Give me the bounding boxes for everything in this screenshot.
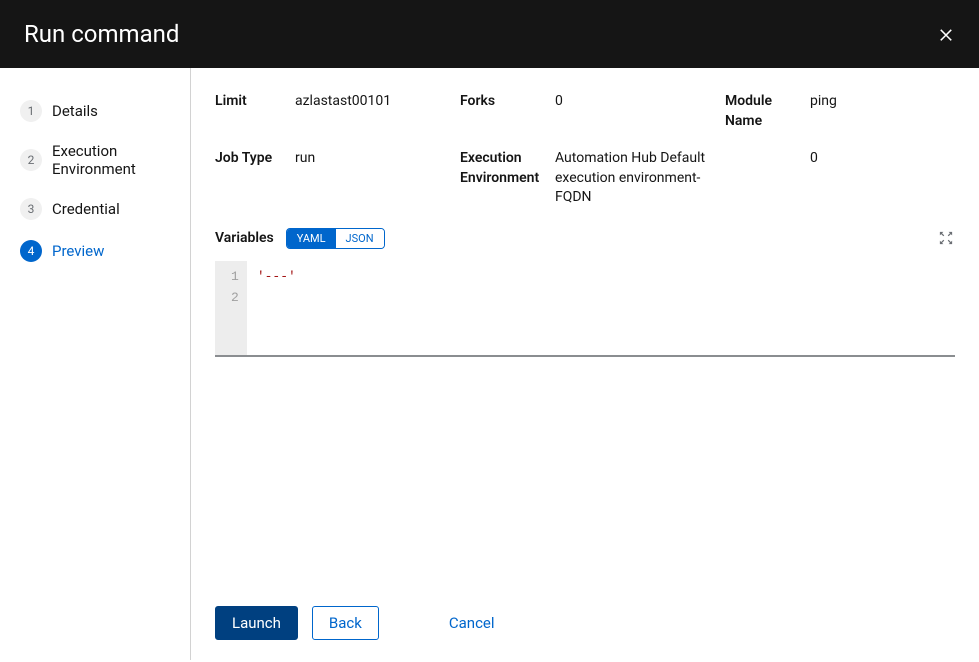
wizard-sidebar: 1 Details 2 Execution Environment 3 Cred… — [0, 68, 191, 660]
variables-header: Variables YAML JSON — [215, 228, 955, 249]
step-number-icon: 3 — [20, 198, 42, 220]
field-value: ping — [810, 92, 837, 112]
wizard-footer: Launch Back Cancel — [215, 586, 955, 660]
modal-body: 1 Details 2 Execution Environment 3 Cred… — [0, 68, 979, 660]
variables-editor[interactable]: 1 2 '---' — [215, 261, 955, 357]
info-row-2: Job Type run Execution Environment Autom… — [215, 149, 955, 208]
back-button[interactable]: Back — [312, 606, 379, 640]
field-label: Module Name — [725, 92, 810, 131]
field-label: Execution Environment — [460, 149, 555, 188]
line-number: 1 — [231, 267, 239, 288]
field-module-name: Module Name ping — [725, 92, 955, 131]
field-forks: Forks 0 — [460, 92, 715, 131]
step-label: Details — [52, 102, 98, 120]
field-label: Limit — [215, 92, 295, 112]
field-value: Automation Hub Default execution environ… — [555, 149, 715, 208]
step-number-icon: 4 — [20, 240, 42, 262]
field-value: run — [295, 149, 315, 169]
toggle-json[interactable]: JSON — [336, 229, 384, 248]
line-number: 2 — [231, 288, 239, 309]
variables-header-left: Variables YAML JSON — [215, 228, 385, 249]
launch-button[interactable]: Launch — [215, 606, 298, 640]
toggle-yaml[interactable]: YAML — [287, 229, 336, 248]
step-label: Credential — [52, 200, 120, 218]
field-value: azlastast00101 — [295, 92, 391, 112]
field-job-type: Job Type run — [215, 149, 450, 208]
code-line: '---' — [257, 269, 296, 284]
info-row-1: Limit azlastast00101 Forks 0 Module Name… — [215, 92, 955, 131]
field-value: 0 — [810, 149, 818, 169]
step-details[interactable]: 1 Details — [20, 92, 174, 134]
expand-icon[interactable] — [939, 230, 955, 246]
preview-content: Limit azlastast00101 Forks 0 Module Name… — [215, 92, 955, 586]
field-value: 0 — [555, 92, 563, 112]
field-label: Job Type — [215, 149, 295, 169]
field-verbosity: 0 — [725, 149, 955, 208]
step-label: Execution Environment — [52, 142, 174, 178]
step-label: Preview — [52, 242, 104, 260]
cancel-button[interactable]: Cancel — [433, 607, 511, 639]
step-number-icon: 1 — [20, 100, 42, 122]
field-execution-environment: Execution Environment Automation Hub Def… — [460, 149, 715, 208]
editor-content[interactable]: '---' — [247, 261, 306, 355]
step-execution-environment[interactable]: 2 Execution Environment — [20, 134, 174, 190]
modal-title: Run command — [24, 20, 179, 48]
step-number-icon: 2 — [20, 149, 42, 171]
modal-header: Run command — [0, 0, 979, 68]
main-panel: Limit azlastast00101 Forks 0 Module Name… — [191, 68, 979, 660]
format-toggle: YAML JSON — [286, 228, 385, 249]
variables-label: Variables — [215, 230, 274, 246]
step-preview[interactable]: 4 Preview — [20, 232, 174, 274]
close-icon[interactable] — [937, 25, 955, 43]
step-credential[interactable]: 3 Credential — [20, 190, 174, 232]
field-limit: Limit azlastast00101 — [215, 92, 450, 131]
field-label: Forks — [460, 92, 555, 112]
editor-gutter: 1 2 — [215, 261, 247, 355]
